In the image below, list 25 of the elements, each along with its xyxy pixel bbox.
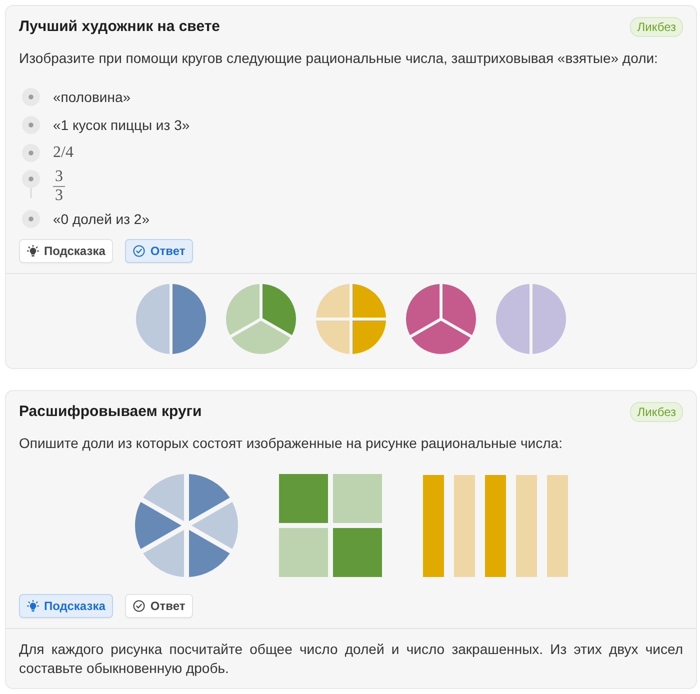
check-circle-icon	[133, 600, 146, 612]
bullet-icon	[22, 88, 40, 106]
hint-button[interactable]: Подсказка	[19, 239, 114, 263]
hint-text: Для каждого рисунка посчитайте общее число долей и число закрашенных. Из этих двух чисел составьте обыкновенную дробь.	[18, 640, 684, 678]
bullet-icon	[22, 144, 40, 162]
lightbulb-icon	[27, 245, 39, 257]
task-title: Расшифровываем круги	[19, 402, 202, 422]
math-expression: 2/4	[53, 143, 74, 163]
task-title: Лучший художник на свете	[19, 17, 220, 37]
answer-button[interactable]: Ответ	[125, 239, 194, 263]
task-text: Опишите доли из которых состоят изображенные на рисунке рациональные числа:	[19, 434, 564, 453]
list-item-text: «0 долей из 2»	[53, 210, 150, 229]
list-item-text: «половина»	[53, 88, 131, 107]
category-label: Ликбез	[630, 402, 683, 422]
lightbulb-icon	[27, 600, 39, 612]
hint-button[interactable]: Подсказка	[19, 594, 114, 618]
bullet-icon	[22, 170, 40, 198]
task-text: Изобразите при помощи кругов следующие рациональные числа, заштриховывая «взятые» доли:	[19, 49, 659, 68]
list-item-text: «1 кусок пиццы из 3»	[53, 116, 190, 135]
bullet-icon	[22, 116, 40, 134]
bullet-icon	[22, 210, 40, 228]
fraction: 3 3	[53, 168, 65, 204]
answer-button[interactable]: Ответ	[125, 594, 194, 618]
category-label: Ликбез	[630, 17, 683, 37]
check-circle-icon	[133, 245, 146, 257]
